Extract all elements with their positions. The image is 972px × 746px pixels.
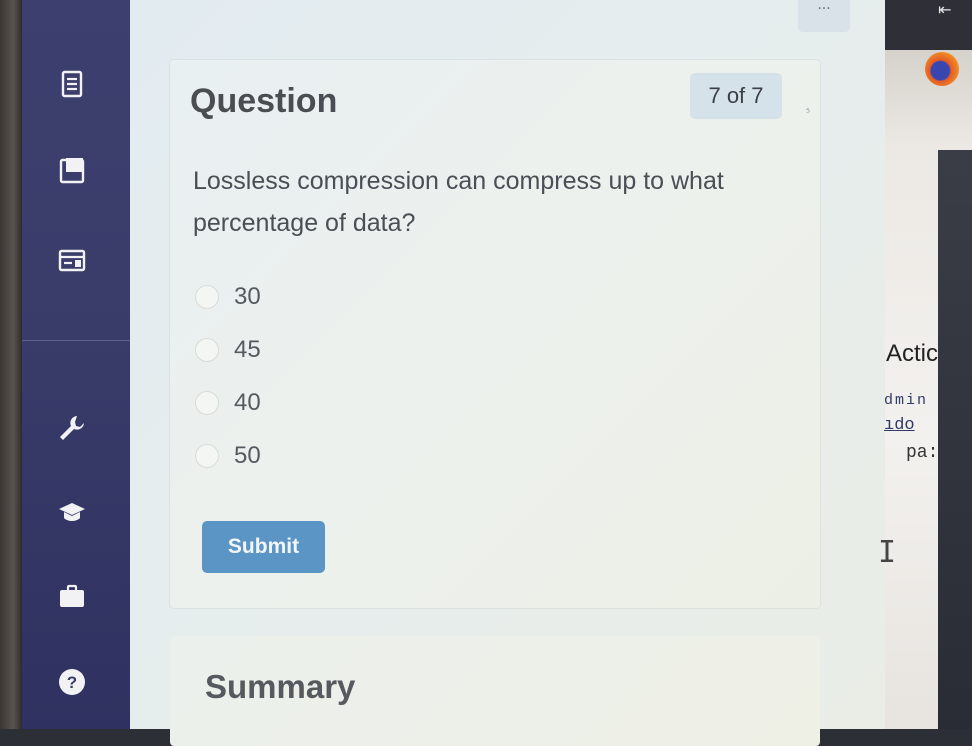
option-label: 40 [234,389,261,416]
graduation-cap-icon[interactable] [52,492,92,532]
sidebar-divider [22,340,130,341]
left-sidebar: ? [22,0,130,729]
browser-logo-icon [925,52,959,86]
answer-option-50[interactable]: 50 [195,439,415,473]
submit-button[interactable]: Submit [202,521,325,573]
summary-title: Summary [205,668,356,705]
background-text-undo: ıdo [884,416,915,435]
text-cursor-icon: I [878,535,897,570]
radio-button[interactable] [195,391,219,415]
monitor-bezel [0,0,22,729]
document-list-icon[interactable] [52,64,92,104]
back-arrow-icon: ⇤ [938,0,952,19]
background-dark-panel [938,150,972,729]
radio-button[interactable] [195,285,219,309]
background-text-pa: pa: [906,443,939,463]
question-title: Question [190,82,338,120]
question-text: Lossless compression can compress up to … [193,167,724,237]
layout-icon[interactable] [52,240,92,280]
notebook-icon[interactable] [52,150,92,190]
answer-option-30[interactable]: 30 [195,280,415,314]
cursor-mark: ⁵ [806,108,811,119]
more-options-button[interactable]: ... [798,0,850,32]
svg-text:?: ? [67,673,77,692]
option-label: 30 [234,283,261,310]
radio-button[interactable] [195,338,219,362]
briefcase-icon[interactable] [52,576,92,616]
option-label: 45 [234,336,261,363]
answer-option-40[interactable]: 40 [195,386,415,420]
background-window-titlebar [885,0,972,50]
wrench-icon[interactable] [52,408,92,448]
help-icon[interactable]: ? [52,662,92,702]
main-content: ... Question ⁵ 7 of 7 Lossless compressi… [130,0,885,746]
question-counter: 7 of 7 [690,73,782,119]
answer-option-45[interactable]: 45 [195,333,415,367]
background-text-action: Actic [886,340,939,367]
background-text-admin: dmin [884,392,929,409]
radio-button[interactable] [195,444,219,468]
option-label: 50 [234,442,261,469]
